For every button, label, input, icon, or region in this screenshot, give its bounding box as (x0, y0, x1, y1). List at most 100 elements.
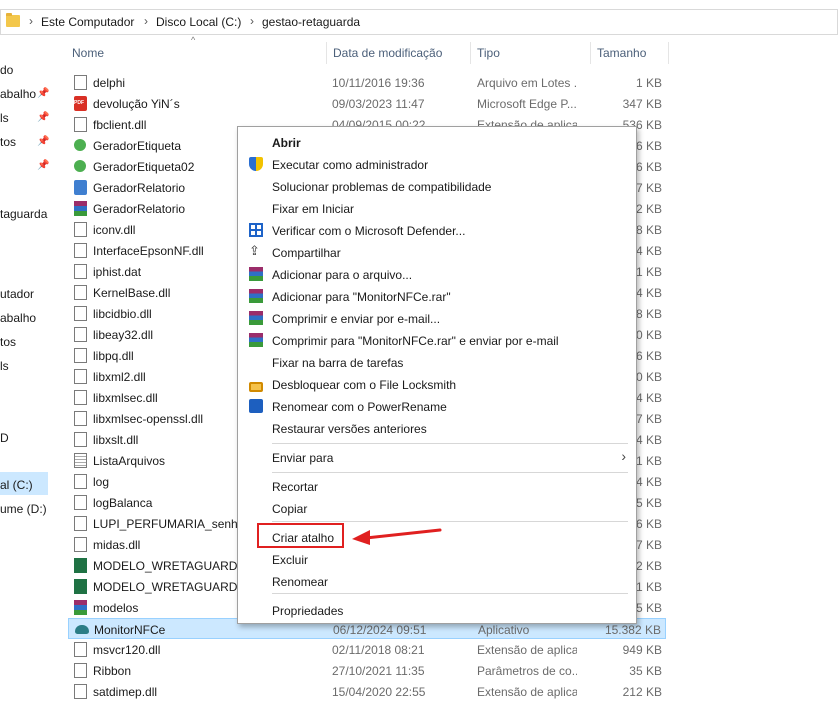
menu-item[interactable]: Adicionar para o arquivo... (238, 264, 636, 286)
pin-icon: 📌 (37, 136, 50, 147)
menu-item[interactable]: ⇪ Compartilhar (238, 242, 636, 264)
menu-item-label: Propriedades (272, 604, 344, 618)
menu-item[interactable]: Renomear com o PowerRename (238, 396, 636, 418)
column-divider[interactable] (470, 42, 471, 64)
nav-item[interactable]: tos (0, 335, 16, 349)
file-file-icon (74, 684, 87, 699)
file-file-icon (74, 642, 87, 657)
file-file-icon (74, 306, 87, 321)
menu-item[interactable]: Restaurar versões anteriores (238, 418, 636, 440)
file-row[interactable]: devolução YiN´s 09/03/2023 11:47 Microsoft… (68, 93, 666, 114)
menu-separator (272, 443, 628, 444)
file-file-icon (74, 369, 87, 384)
nav-item[interactable]: D (0, 431, 9, 445)
menu-item[interactable]: Propriedades (238, 600, 636, 622)
rar-icon (249, 289, 263, 303)
file-file-icon (74, 264, 87, 279)
menu-item[interactable]: Adicionar para "MonitorNFCe.rar" (238, 286, 636, 308)
xls-file-icon (74, 558, 87, 573)
column-header-size[interactable]: Tamanho (597, 46, 646, 60)
menu-item-label: Copiar (272, 502, 308, 516)
file-file-icon (74, 663, 87, 678)
file-type: Extensão de aplica... (477, 643, 577, 657)
menu-separator (272, 593, 628, 594)
column-header-name[interactable]: Nome (72, 46, 104, 60)
menu-item[interactable]: Fixar na barra de tarefas (238, 352, 636, 374)
file-name: satdimep.dll (93, 685, 158, 699)
file-size: 347 KB (622, 97, 662, 111)
file-date: 10/11/2016 19:36 (332, 76, 425, 90)
file-file-icon (74, 75, 87, 90)
menu-item-label: Renomear (272, 575, 329, 589)
file-row[interactable]: msvcr120.dll 02/11/2018 08:21 Extensão de … (68, 639, 666, 660)
file-file-icon (74, 537, 87, 552)
menu-item[interactable]: Executar como administrador (238, 154, 636, 176)
menu-item[interactable]: Excluir (238, 549, 636, 571)
file-date: 02/11/2018 08:21 (332, 643, 425, 657)
address-bar[interactable]: › Este Computador › Disco Local (C:) › g… (0, 9, 838, 35)
nav-item[interactable]: abalho (0, 87, 36, 101)
file-type: Microsoft Edge P... (477, 97, 577, 111)
file-name: log (93, 475, 110, 489)
file-name: delphi (93, 76, 126, 90)
nav-item[interactable]: taguarda (0, 207, 47, 221)
annotation-highlight-box (257, 523, 344, 548)
menu-item-label: Solucionar problemas de compatibilidade (272, 180, 492, 194)
file-row[interactable]: satdimep.dll 15/04/2020 22:55 Extensão de … (68, 681, 666, 702)
file-name: libpq.dll (93, 349, 134, 363)
file-date: 15/04/2020 22:55 (332, 685, 426, 699)
menu-item[interactable]: Verificar com o Microsoft Defender... (238, 220, 636, 242)
column-header-date[interactable]: Data de modificação (333, 46, 442, 60)
file-name: libxml2.dll (93, 370, 146, 384)
menu-item[interactable]: Comprimir e enviar por e-mail... (238, 308, 636, 330)
menu-item[interactable]: Renomear (238, 571, 636, 593)
nav-item[interactable]: al (C:) (0, 478, 33, 492)
breadcrumb-folder[interactable]: gestao-retaguarda (262, 15, 360, 29)
nav-item[interactable]: utador (0, 287, 34, 301)
file-name: MonitorNFCe (94, 623, 166, 637)
exe-file-icon (74, 180, 87, 195)
column-header-type[interactable]: Tipo (477, 46, 500, 60)
menu-item-label: Compartilhar (272, 246, 341, 260)
breadcrumb-local-disk[interactable]: Disco Local (C:) (156, 15, 241, 29)
pin-icon: 📌 (37, 88, 50, 99)
file-file-icon (74, 495, 87, 510)
chevron-right-icon: › (29, 14, 33, 28)
file-name: libeay32.dll (93, 328, 154, 342)
menu-item-label: Recortar (272, 480, 319, 494)
column-divider[interactable] (590, 42, 591, 64)
file-file-icon (74, 222, 87, 237)
nav-item[interactable]: tos (0, 135, 16, 149)
menu-item[interactable]: Enviar para › (238, 447, 636, 469)
file-name: midas.dll (93, 538, 141, 552)
menu-item[interactable]: Fixar em Iniciar (238, 198, 636, 220)
nav-item[interactable]: ls (0, 359, 9, 373)
menu-item-label: Enviar para (272, 451, 334, 465)
submenu-arrow-icon: › (621, 448, 626, 464)
nav-item[interactable]: ume (D:) (0, 502, 47, 516)
menu-item[interactable]: Desbloquear com o File Locksmith (238, 374, 636, 396)
menu-item[interactable]: Recortar (238, 476, 636, 498)
chevron-right-icon: › (144, 14, 148, 28)
menu-item[interactable]: Comprimir para "MonitorNFCe.rar" e envia… (238, 330, 636, 352)
file-name: libxslt.dll (93, 433, 139, 447)
file-name: iconv.dll (93, 223, 136, 237)
nav-item[interactable]: ls (0, 111, 9, 125)
annotation-arrow (352, 528, 442, 545)
file-row[interactable]: Ribbon 27/10/2021 11:35 Parâmetros de co..… (68, 660, 666, 681)
file-name: msvcr120.dll (93, 643, 161, 657)
nav-item[interactable]: do (0, 63, 13, 77)
file-name: GeradorRelatorio (93, 181, 186, 195)
nav-item[interactable]: abalho (0, 311, 36, 325)
pdf-file-icon (74, 96, 87, 111)
def-icon (249, 223, 263, 237)
menu-item[interactable]: Solucionar problemas de compatibilidade (238, 176, 636, 198)
column-divider[interactable] (668, 42, 669, 64)
breadcrumb-this-pc[interactable]: Este Computador (41, 15, 134, 29)
menu-item[interactable]: Abrir (238, 132, 636, 154)
file-name: modelos (93, 601, 139, 615)
file-size: 949 KB (622, 643, 662, 657)
file-row[interactable]: delphi 10/11/2016 19:36 Arquivo em Lotes .… (68, 72, 666, 93)
column-divider[interactable] (326, 42, 327, 64)
menu-item[interactable]: Copiar (238, 498, 636, 520)
